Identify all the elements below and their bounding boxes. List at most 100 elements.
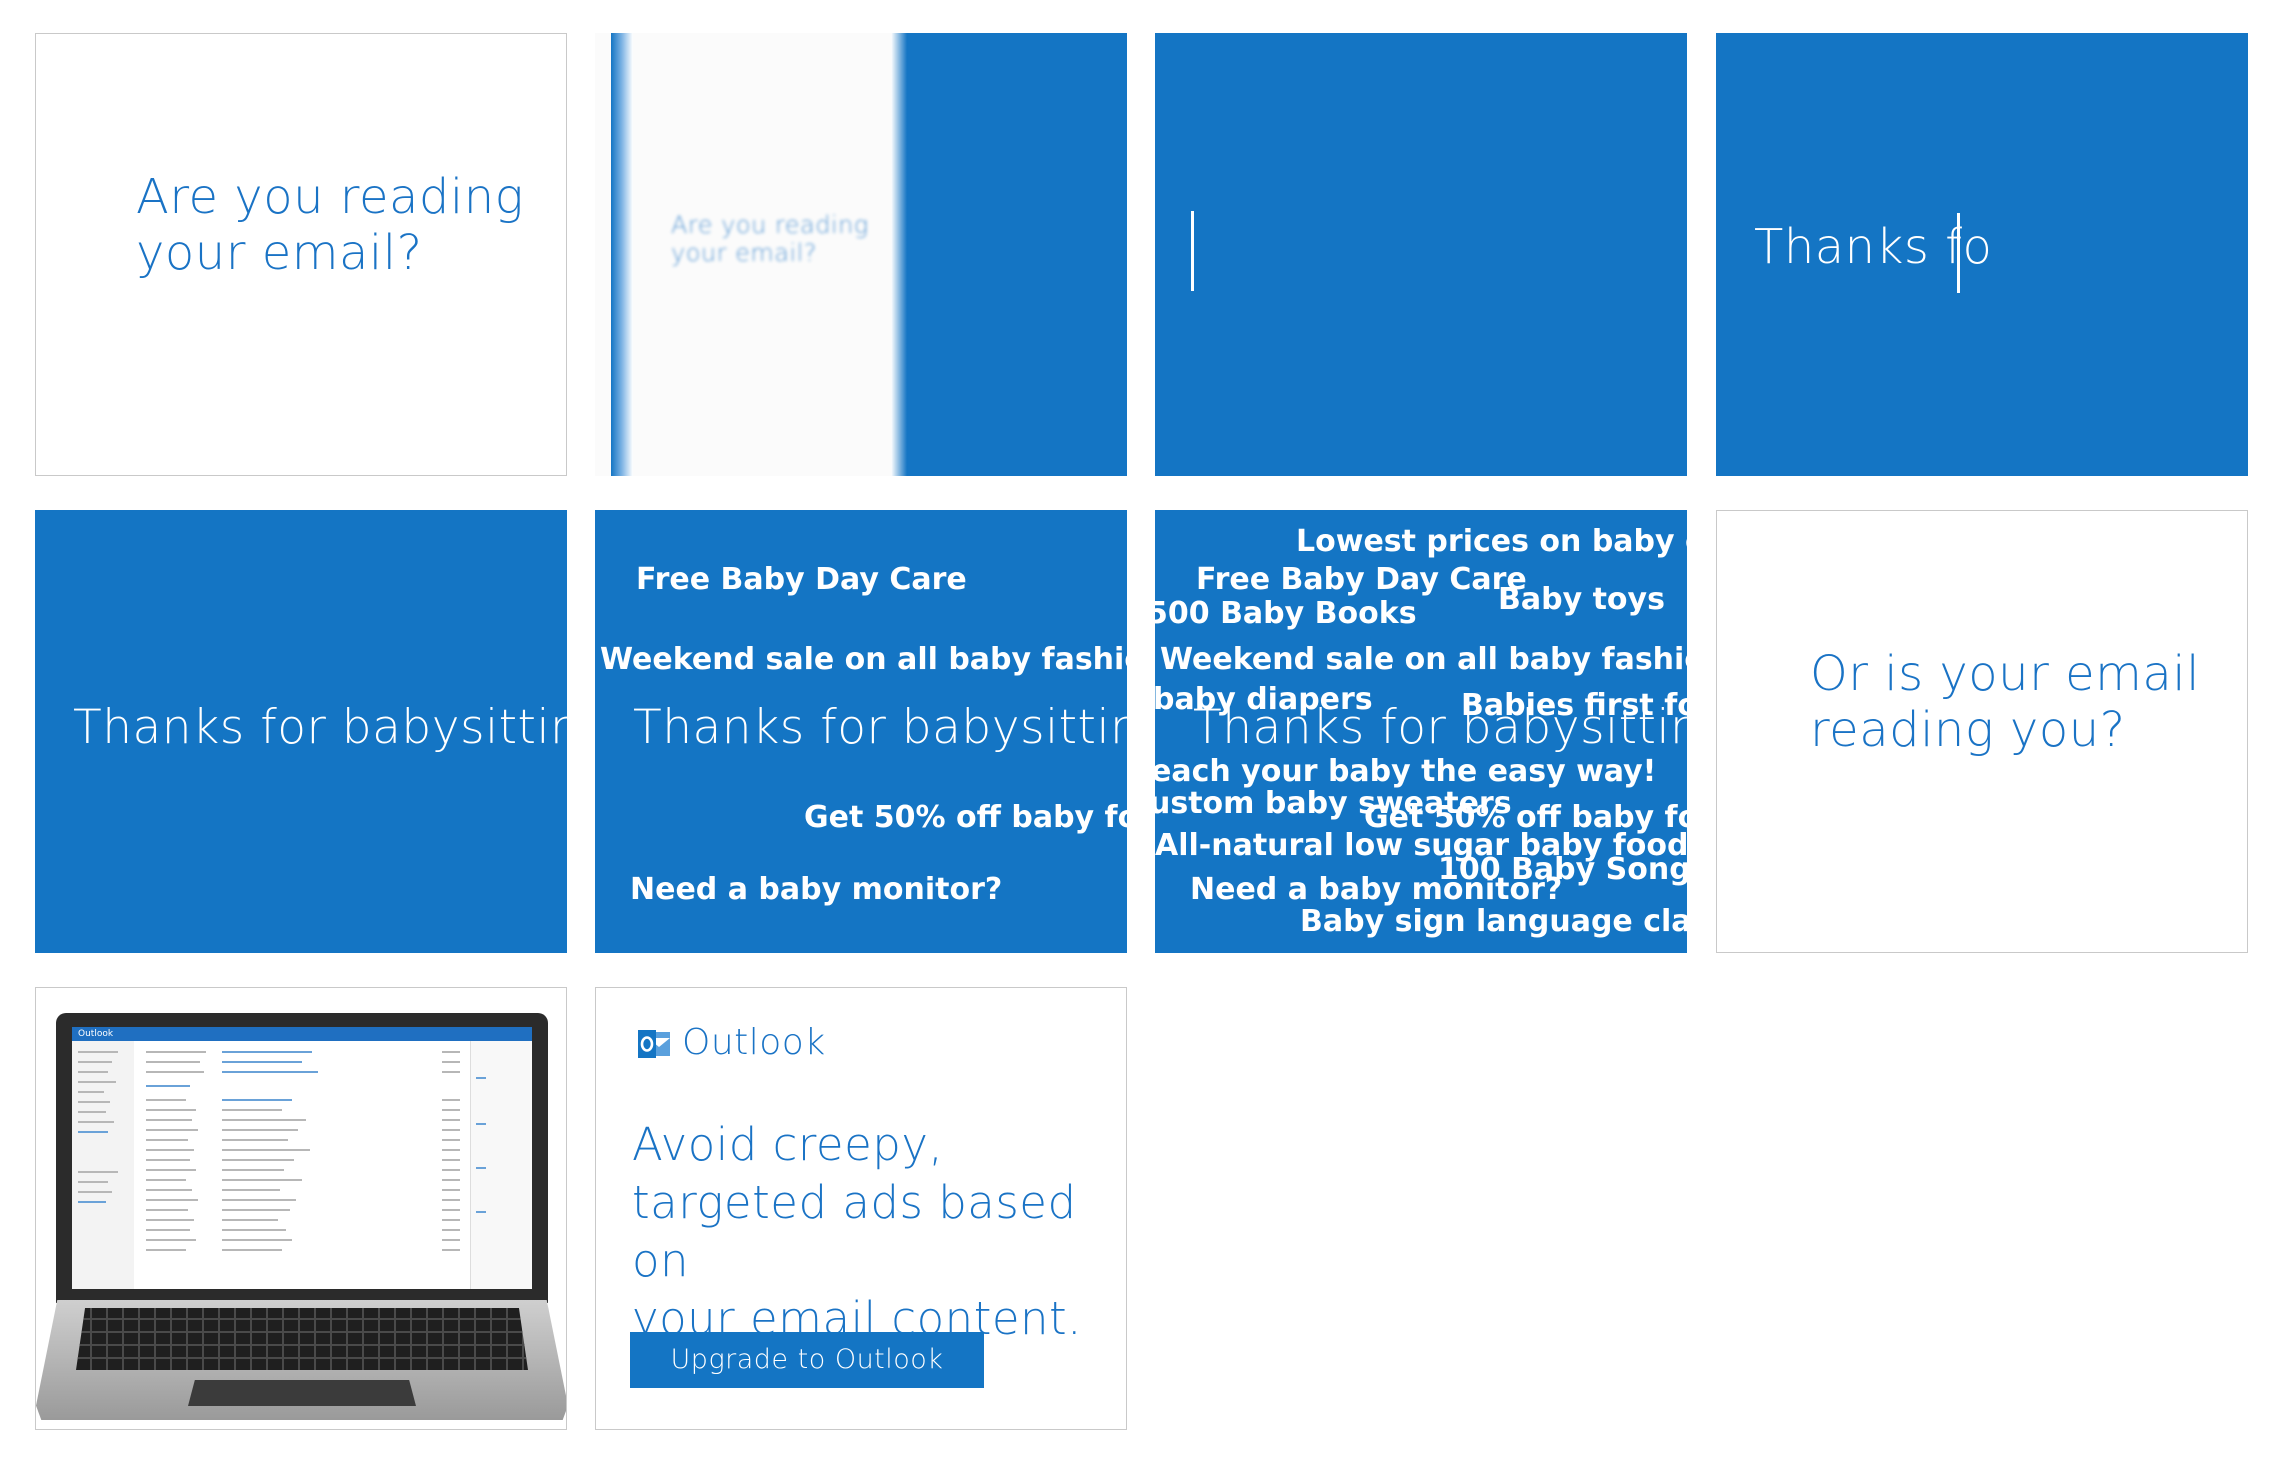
message-line — [222, 1209, 290, 1211]
message-line — [222, 1051, 312, 1053]
message-line — [146, 1199, 198, 1201]
thanks-text: Thanks for babysitting. — [73, 700, 567, 755]
message-line — [146, 1219, 194, 1221]
frame-wipe-transition: Are you reading your email? — [595, 33, 1127, 476]
frame-thanks: Thanks for babysitting. — [35, 510, 567, 953]
message-line — [442, 1099, 460, 1101]
ad-text: Need a baby monitor? — [630, 872, 1003, 907]
laptop-base — [36, 1300, 566, 1420]
folder-line — [78, 1101, 110, 1103]
folder-line — [78, 1131, 108, 1133]
folder-line — [78, 1111, 106, 1113]
message-line — [442, 1229, 460, 1231]
message-line — [146, 1071, 204, 1073]
blurred-line-2: your email? — [671, 239, 818, 267]
message-line — [222, 1119, 306, 1121]
message-line — [442, 1129, 460, 1131]
headline: Avoid creepy, targeted ads based on your… — [632, 1116, 1112, 1348]
message-line — [222, 1179, 302, 1181]
laptop-touchpad — [188, 1380, 416, 1406]
frame-ads-many: Thanks for babysitting. Lowest prices on… — [1155, 510, 1687, 953]
question-line-2: reading you? — [1810, 702, 2126, 758]
message-line — [146, 1119, 192, 1121]
message-line — [222, 1071, 318, 1073]
message-line — [222, 1199, 296, 1201]
message-line — [146, 1179, 186, 1181]
frame-ads-few: Thanks for babysitting. Free Baby Day Ca… — [595, 510, 1127, 953]
message-line — [442, 1159, 460, 1161]
frame-outlook-cta: Outlook Avoid creepy, targeted ads based… — [595, 987, 1127, 1430]
frame-typing: Thanks fo — [1716, 33, 2248, 476]
outlook-logo-text: Outlook — [682, 1022, 826, 1063]
message-line — [442, 1071, 460, 1073]
message-line — [442, 1189, 460, 1191]
upgrade-to-outlook-button[interactable]: Upgrade to Outlook — [630, 1332, 984, 1388]
message-line — [442, 1119, 460, 1121]
folder-line — [78, 1191, 112, 1193]
message-line — [222, 1169, 284, 1171]
message-line — [222, 1129, 298, 1131]
folder-line — [78, 1091, 104, 1093]
ad-thumb — [476, 1211, 486, 1213]
message-line — [146, 1239, 196, 1241]
message-line — [146, 1229, 190, 1231]
question-text: Are you reading your email? — [136, 169, 524, 281]
ad-text: Need a baby monitor? — [1190, 872, 1563, 907]
outlook-logo-icon — [638, 1030, 670, 1058]
blurred-line-1: Are you reading — [671, 211, 869, 239]
text-cursor — [1191, 211, 1194, 291]
message-line — [146, 1085, 190, 1087]
message-line — [442, 1249, 460, 1251]
app-name: Outlook — [78, 1029, 114, 1039]
folder-line — [78, 1071, 108, 1073]
message-line — [222, 1149, 310, 1151]
outlook-app-bar: Outlook — [72, 1027, 532, 1041]
question-text: Or is your email reading you? — [1810, 646, 2200, 758]
ad-text: Free Baby Day Care — [636, 562, 967, 597]
outlook-folder-pane — [72, 1041, 134, 1289]
message-line — [146, 1159, 190, 1161]
message-line — [146, 1061, 200, 1063]
message-line — [442, 1139, 460, 1141]
ad-text: each your baby the easy way! — [1155, 754, 1657, 789]
frame-empty-cursor — [1155, 33, 1687, 476]
ad-text: Lowest prices on baby crib — [1296, 524, 1687, 559]
message-line — [146, 1169, 196, 1171]
message-line — [146, 1099, 186, 1101]
message-line — [146, 1139, 188, 1141]
laptop-screen: Outlook — [72, 1027, 532, 1289]
ad-text: Get 50% off baby foo — [804, 800, 1127, 835]
message-line — [442, 1219, 460, 1221]
text-cursor — [1957, 213, 1960, 293]
laptop-lid: Outlook — [56, 1013, 548, 1303]
message-line — [442, 1199, 460, 1201]
folder-line — [78, 1121, 114, 1123]
folder-line — [78, 1181, 108, 1183]
message-line — [146, 1051, 206, 1053]
ad-thumb — [476, 1123, 486, 1125]
question-line-1: Are you reading — [136, 169, 524, 225]
message-line — [442, 1179, 460, 1181]
thanks-text: Thanks for babysitting. — [633, 700, 1127, 755]
folder-line — [78, 1081, 116, 1083]
folder-line — [78, 1171, 118, 1173]
frame-laptop: Outlook — [35, 987, 567, 1430]
message-line — [442, 1051, 460, 1053]
question-line-2: your email? — [136, 225, 423, 281]
message-line — [146, 1149, 194, 1151]
message-line — [146, 1249, 186, 1251]
question-line-1: Or is your email — [1810, 646, 2200, 702]
ad-text: Babies first foo — [1461, 688, 1687, 723]
frame-or-is-your-email: Or is your email reading you? — [1716, 510, 2248, 953]
message-line — [222, 1139, 288, 1141]
ad-text: baby diapers — [1155, 682, 1373, 717]
laptop-illustration: Outlook — [36, 988, 566, 1429]
message-line — [442, 1109, 460, 1111]
wipe-edge-right — [891, 33, 907, 476]
ad-text: Baby toys — [1498, 582, 1665, 617]
message-line — [222, 1239, 292, 1241]
headline-line-1: Avoid creepy, — [632, 1118, 944, 1171]
message-line — [146, 1109, 196, 1111]
message-line — [222, 1229, 286, 1231]
message-line — [442, 1239, 460, 1241]
